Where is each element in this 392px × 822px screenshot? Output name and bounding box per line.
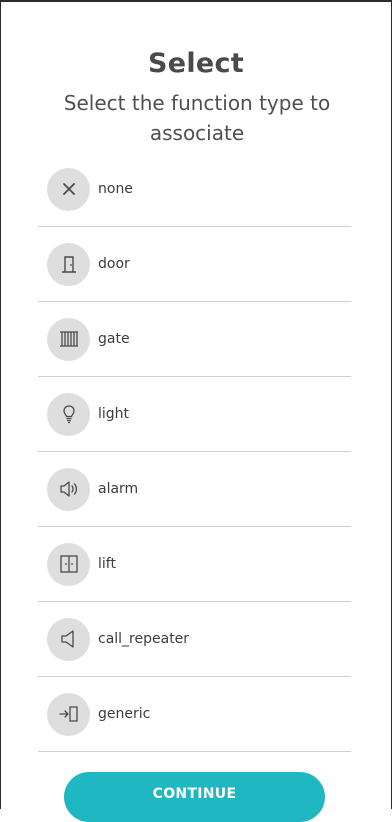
elevator-icon [47, 542, 90, 586]
option-label: none [98, 181, 133, 197]
door-icon [47, 242, 90, 286]
option-gate[interactable]: gate [38, 302, 351, 377]
close-icon [47, 167, 90, 211]
enter-door-icon [47, 692, 90, 736]
option-generic[interactable]: generic [38, 677, 351, 752]
option-label: call_repeater [98, 631, 190, 647]
option-light[interactable]: light [38, 377, 351, 452]
speaker-muted-icon [47, 617, 90, 661]
page-subtitle: Select the function type to associate [63, 91, 331, 145]
option-label: light [98, 406, 130, 422]
option-label: alarm [98, 481, 139, 497]
option-label: gate [98, 331, 130, 347]
lightbulb-icon [47, 392, 90, 436]
speaker-icon [47, 467, 90, 511]
screen: Select Select the function type to assoc… [0, 0, 392, 822]
option-label: door [98, 256, 130, 272]
option-alarm[interactable]: alarm [38, 452, 351, 527]
gate-icon [47, 317, 90, 361]
option-lift[interactable]: lift [38, 527, 351, 602]
option-label: lift [98, 556, 116, 572]
option-none[interactable]: none [38, 152, 351, 227]
continue-button[interactable]: CONTINUE [64, 772, 325, 822]
page-title: Select [147, 48, 245, 79]
option-door[interactable]: door [38, 227, 351, 302]
option-call-repeater[interactable]: call_repeater [38, 602, 351, 677]
option-label: generic [98, 706, 151, 722]
function-type-list: none door gate light alarm lift call_rep… [38, 152, 351, 752]
